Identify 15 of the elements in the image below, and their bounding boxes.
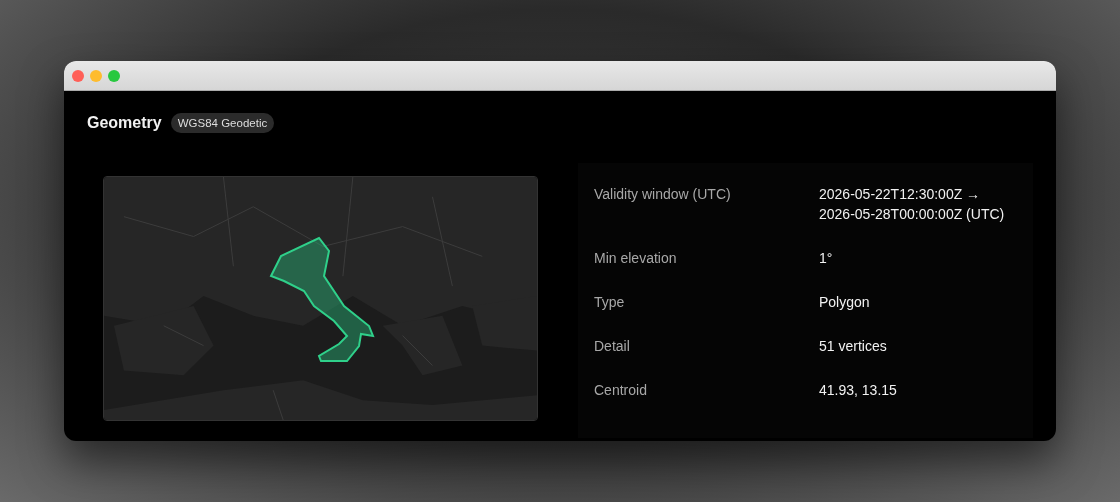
- detail-label: Type: [594, 293, 626, 312]
- crs-badge: WGS84 Geodetic: [170, 113, 275, 133]
- detail-value: 2026-05-22T12:30:00Z → 2026-05-28T00:00:00Z (UTC): [819, 185, 1006, 224]
- detail-value: 41.93, 13.15: [819, 381, 898, 400]
- detail-value: 1°: [819, 249, 834, 268]
- section-title: Geometry: [87, 114, 162, 132]
- detail-label: Centroid: [594, 381, 648, 400]
- window-close-button[interactable]: [72, 69, 84, 82]
- window-zoom-button[interactable]: [108, 69, 120, 82]
- window-minimize-button[interactable]: [90, 69, 102, 82]
- detail-value: 51 vertices: [819, 337, 888, 356]
- detail-label: Detail: [594, 337, 631, 356]
- detail-label: Min elevation: [594, 249, 678, 268]
- detail-label: Validity window (UTC): [594, 185, 732, 204]
- detail-value: Polygon: [819, 293, 871, 312]
